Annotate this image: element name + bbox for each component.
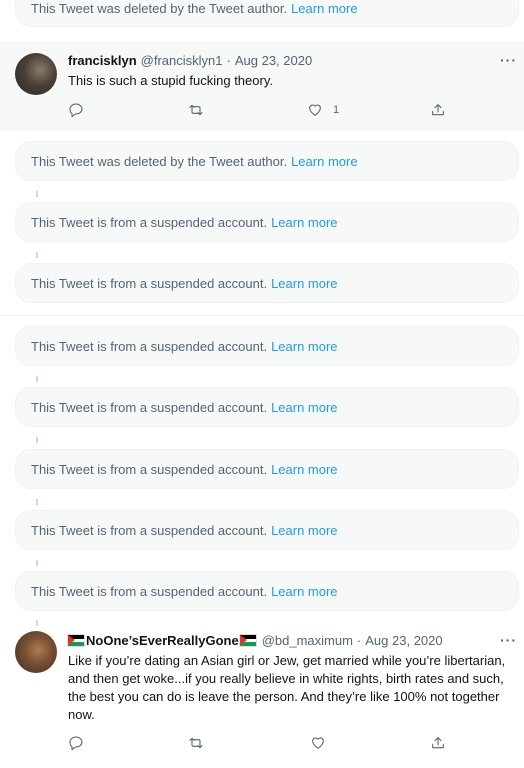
heart-icon [309, 104, 321, 116]
thread-connector [36, 560, 38, 566]
learn-more-link[interactable]: Learn more [271, 584, 337, 599]
notice-text: This Tweet is from a suspended account. [31, 583, 268, 599]
share-button[interactable] [430, 733, 446, 753]
suspended-tweet-notice: This Tweet is from a suspended account. … [15, 387, 519, 427]
suspended-tweet-notice: This Tweet is from a suspended account. … [15, 202, 519, 242]
divider [0, 315, 524, 316]
learn-more-link[interactable]: Learn more [291, 154, 357, 169]
suspended-tweet-notice: This Tweet is from a suspended account. … [15, 571, 519, 611]
thread-connector [36, 437, 38, 443]
palestine-flag-icon [67, 634, 85, 647]
share-button[interactable] [430, 100, 446, 120]
learn-more-link[interactable]: Learn more [271, 339, 337, 354]
display-name[interactable]: francisklyn [68, 53, 137, 68]
share-icon [432, 104, 444, 116]
deleted-tweet-notice: This Tweet was deleted by the Tweet auth… [15, 0, 519, 27]
separator: · [356, 633, 362, 648]
learn-more-link[interactable]: Learn more [271, 276, 337, 291]
avatar[interactable] [15, 53, 57, 95]
more-options-icon[interactable]: ··· [500, 52, 517, 68]
like-button[interactable] [310, 733, 326, 753]
notice-text: This Tweet is from a suspended account. [31, 214, 268, 230]
notice-text: This Tweet is from a suspended account. [31, 522, 268, 538]
tweet-date[interactable]: Aug 23, 2020 [365, 633, 442, 648]
thread-connector [36, 376, 38, 382]
thread-connector [36, 191, 38, 197]
tweet-text: Like if you’re dating an Asian girl or J… [68, 653, 506, 722]
notice-text: This Tweet is from a suspended account. [31, 275, 268, 291]
divider [0, 129, 524, 130]
notice-text: This Tweet was deleted by the Tweet auth… [31, 1, 288, 16]
tweet-text: This is such a stupid fucking theory. [68, 73, 273, 88]
suspended-tweet-notice: This Tweet is from a suspended account. … [15, 263, 519, 303]
retweet-button[interactable] [188, 733, 204, 753]
deleted-tweet-notice: This Tweet was deleted by the Tweet auth… [15, 141, 519, 181]
retweet-icon [189, 104, 203, 116]
tweet-actions [0, 733, 524, 753]
thread-connector [36, 252, 38, 258]
notice-text: This Tweet was deleted by the Tweet auth… [31, 153, 288, 169]
reply-button[interactable] [68, 100, 84, 120]
reply-button[interactable] [68, 733, 84, 753]
learn-more-link[interactable]: Learn more [271, 400, 337, 415]
reply-icon [69, 103, 83, 118]
palestine-flag-icon [238, 634, 257, 647]
suspended-tweet-notice: This Tweet is from a suspended account. … [15, 326, 519, 366]
learn-more-link[interactable]: Learn more [271, 462, 337, 477]
heart-icon [312, 737, 324, 749]
suspended-tweet-notice: This Tweet is from a suspended account. … [15, 510, 519, 550]
notice-text: This Tweet is from a suspended account. [31, 461, 268, 477]
divider [0, 42, 524, 43]
retweet-icon [189, 737, 203, 749]
thread-connector [36, 499, 38, 505]
tweet-header: francisklyn @francisklyn1 · Aug 23, 2020 [68, 53, 312, 68]
learn-more-link[interactable]: Learn more [271, 215, 337, 230]
more-options-icon[interactable]: ··· [500, 632, 517, 648]
notice-text: This Tweet is from a suspended account. [31, 399, 268, 415]
avatar[interactable] [15, 631, 57, 673]
tweet-header: NoOne’sEverReallyGone @bd_maximum · Aug … [67, 633, 443, 648]
like-count: 1 [333, 104, 340, 116]
separator: · [226, 53, 231, 68]
thread-connector [36, 620, 38, 626]
user-handle[interactable]: @bd_maximum [262, 633, 353, 648]
notice-text: This Tweet is from a suspended account. [31, 338, 268, 354]
display-name[interactable]: NoOne’sEverReallyGone [86, 633, 239, 648]
tweet-actions: 1 [0, 100, 524, 120]
retweet-button[interactable] [188, 100, 204, 120]
user-handle[interactable]: @francisklyn1 [141, 53, 223, 68]
tweet-date[interactable]: Aug 23, 2020 [235, 53, 312, 68]
learn-more-link[interactable]: Learn more [291, 1, 357, 16]
share-icon [432, 737, 444, 749]
like-button[interactable]: 1 [307, 100, 339, 120]
suspended-tweet-notice: This Tweet is from a suspended account. … [15, 449, 519, 489]
reply-icon [69, 736, 83, 751]
learn-more-link[interactable]: Learn more [271, 523, 337, 538]
